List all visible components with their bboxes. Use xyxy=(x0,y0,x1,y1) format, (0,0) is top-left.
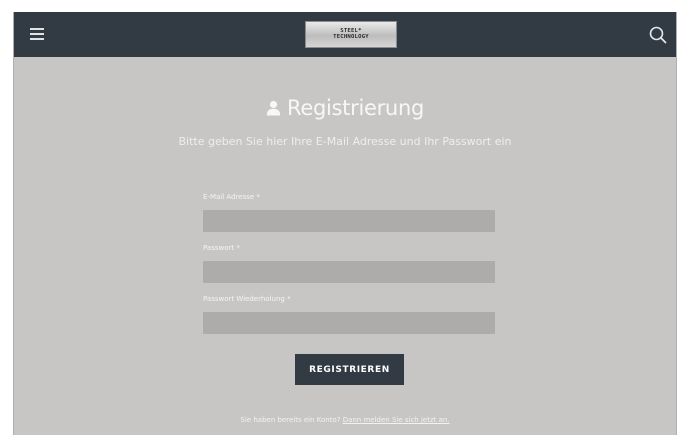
login-prompt: Sie haben bereits ein Konto? Dann melden… xyxy=(14,416,676,424)
login-prompt-text: Sie haben bereits ein Konto? xyxy=(240,416,341,424)
search-icon[interactable] xyxy=(649,26,667,44)
page-title: Registrierung xyxy=(287,96,424,120)
email-label: E-Mail Adresse * xyxy=(203,193,260,201)
registration-form: E-Mail Adresse * Passwort * Passwort Wie… xyxy=(203,193,495,346)
email-field[interactable] xyxy=(203,210,495,232)
registration-section: Registrierung Bitte geben Sie hier Ihre … xyxy=(14,57,676,435)
password-repeat-label: Passwort Wiederholung * xyxy=(203,295,291,303)
password-label: Passwort * xyxy=(203,244,240,252)
register-button[interactable]: REGISTRIEREN xyxy=(295,354,404,385)
user-icon xyxy=(266,100,281,116)
logo-line-2: TECHNOLOGY xyxy=(333,33,369,40)
logo[interactable]: STEEL* TECHNOLOGY xyxy=(305,21,397,48)
page-heading: Registrierung xyxy=(14,93,676,123)
app-frame: STEEL* TECHNOLOGY Registrierung Bitte ge… xyxy=(13,12,677,435)
menu-line xyxy=(30,28,44,30)
menu-line xyxy=(30,38,44,40)
password-field[interactable] xyxy=(203,261,495,283)
page-subtitle: Bitte geben Sie hier Ihre E-Mail Adresse… xyxy=(178,135,512,148)
menu-line xyxy=(30,33,44,35)
password-repeat-field[interactable] xyxy=(203,312,495,334)
top-bar: STEEL* TECHNOLOGY xyxy=(14,12,676,57)
hamburger-menu-icon[interactable] xyxy=(30,28,44,40)
login-link[interactable]: Dann melden Sie sich jetzt an. xyxy=(343,416,450,424)
